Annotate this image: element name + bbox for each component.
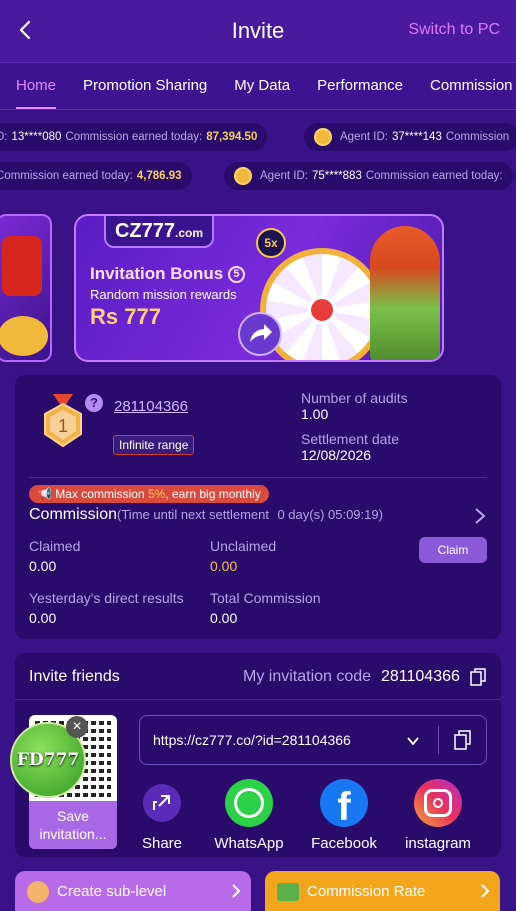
- ticker-item: Agent ID: 75****883 Commission earned tod…: [224, 162, 513, 190]
- max-commission-badge: 📢 Max commission 5%, earn big monthly: [29, 485, 269, 503]
- ticker-item: Commission earned today: 4,786.93: [0, 162, 192, 190]
- share-arrow-icon: [238, 312, 282, 356]
- close-icon[interactable]: ×: [66, 716, 88, 738]
- whatsapp-button[interactable]: WhatsApp: [211, 779, 287, 852]
- commission-row[interactable]: Commission(Time until next settlement 0 …: [29, 506, 487, 526]
- chevron-right-icon: [481, 884, 490, 898]
- switch-to-pc-link[interactable]: Switch to PC: [408, 21, 500, 39]
- divider: [29, 477, 487, 478]
- tab-my-data[interactable]: My Data: [234, 63, 290, 109]
- whatsapp-icon: [225, 779, 273, 827]
- tab-promotion-sharing[interactable]: Promotion Sharing: [83, 63, 207, 109]
- agent-commission-card: 1 ? 281104366 Infinite range Number of a…: [15, 375, 501, 639]
- commission-ticker-row-1: D: 13****080 Commission earned today: 87,3…: [0, 123, 516, 151]
- audits-value: 1.00: [301, 406, 329, 422]
- ticker-item: Agent ID: 37****143 Commission: [304, 123, 516, 151]
- claimed-value: 0.00: [29, 558, 57, 574]
- share-button[interactable]: Share: [137, 779, 187, 852]
- invite-link-text: https://cz777.co/?id=281104366: [153, 732, 351, 748]
- agent-id-link[interactable]: 281104366: [114, 398, 188, 415]
- banner-subtitle: Random mission rewards: [90, 287, 237, 302]
- page-title: Invite: [231, 18, 285, 43]
- instagram-button[interactable]: instagram: [401, 779, 475, 852]
- ticker-item: D: 13****080 Commission earned today: 87,3…: [0, 123, 268, 151]
- settlement-value: 12/08/2026: [301, 447, 372, 463]
- chevron-right-icon: [232, 884, 241, 898]
- commission-rate-button[interactable]: Commission Rate: [265, 871, 500, 911]
- banner-slide-prev[interactable]: [0, 214, 52, 362]
- total-commission-label: Total Commission: [210, 590, 321, 606]
- help-icon[interactable]: ?: [85, 394, 103, 412]
- commission-ticker-row-2: Commission earned today: 4,786.93 Agent I…: [0, 162, 516, 190]
- range-badge: Infinite range: [113, 435, 195, 455]
- megaphone-icon: 📢: [37, 487, 52, 501]
- commission-title: Commission: [29, 506, 118, 523]
- banner-carousel[interactable]: CZ777 .com Invitation Bonus 5 Random miss…: [0, 210, 516, 365]
- facebook-icon: f: [320, 779, 368, 829]
- multiplier-badge: 5x: [256, 228, 286, 258]
- claim-button[interactable]: Claim: [419, 537, 487, 563]
- tab-commission[interactable]: Commission: [430, 63, 513, 109]
- countdown-label: (Time until next settlement: [117, 507, 269, 522]
- unclaimed-label: Unclaimed: [210, 538, 277, 554]
- chevron-right-icon[interactable]: [473, 506, 487, 526]
- level-medal-icon: 1: [41, 394, 85, 450]
- invite-title: Invite friends: [29, 668, 120, 685]
- tab-performance[interactable]: Performance: [317, 63, 403, 109]
- copy-code-icon[interactable]: [470, 668, 486, 686]
- invitation-code-label: My invitation code: [243, 668, 372, 685]
- invite-link-field[interactable]: https://cz777.co/?id=281104366: [139, 715, 487, 765]
- mascot-image: [370, 226, 440, 360]
- brand-logo: CZ777 .com: [104, 216, 214, 248]
- claimed-label: Claimed: [29, 538, 81, 554]
- save-invitation-button[interactable]: Save invitation...: [29, 801, 117, 849]
- unclaimed-value: 0.00: [210, 558, 238, 574]
- yesterday-value: 0.00: [29, 610, 57, 626]
- total-commission-value: 0.00: [210, 610, 238, 626]
- facebook-button[interactable]: f Facebook: [307, 779, 381, 852]
- tab-bar: Home Promotion Sharing My Data Performan…: [0, 62, 516, 110]
- fd777-logo: FD777: [16, 750, 80, 770]
- medal-icon: [234, 167, 252, 185]
- invitation-code-value: 281104366: [381, 668, 460, 685]
- back-arrow-icon[interactable]: [14, 18, 38, 42]
- medal-icon: [314, 128, 332, 146]
- countdown-value: 0 day(s) 05:09:19): [277, 507, 383, 522]
- tab-home[interactable]: Home: [16, 63, 57, 109]
- invitation-bonus-banner[interactable]: CZ777 .com Invitation Bonus 5 Random miss…: [74, 214, 444, 362]
- copy-link-icon[interactable]: [454, 730, 471, 750]
- app-header: Invite Switch to PC: [0, 0, 516, 62]
- banner-amount: Rs 777: [90, 304, 161, 329]
- banner-title: Invitation Bonus 5: [90, 264, 245, 284]
- chevron-down-icon[interactable]: [406, 734, 420, 748]
- create-sub-level-button[interactable]: Create sub-level: [15, 871, 251, 911]
- share-icon: [143, 784, 181, 822]
- instagram-icon: [414, 779, 462, 827]
- settlement-label: Settlement date: [301, 431, 400, 447]
- yesterday-label: Yesterday's direct results: [29, 590, 184, 606]
- audits-label: Number of audits: [301, 390, 408, 406]
- user-add-icon: [27, 881, 49, 903]
- rate-icon: [277, 883, 299, 901]
- divider: [15, 699, 501, 700]
